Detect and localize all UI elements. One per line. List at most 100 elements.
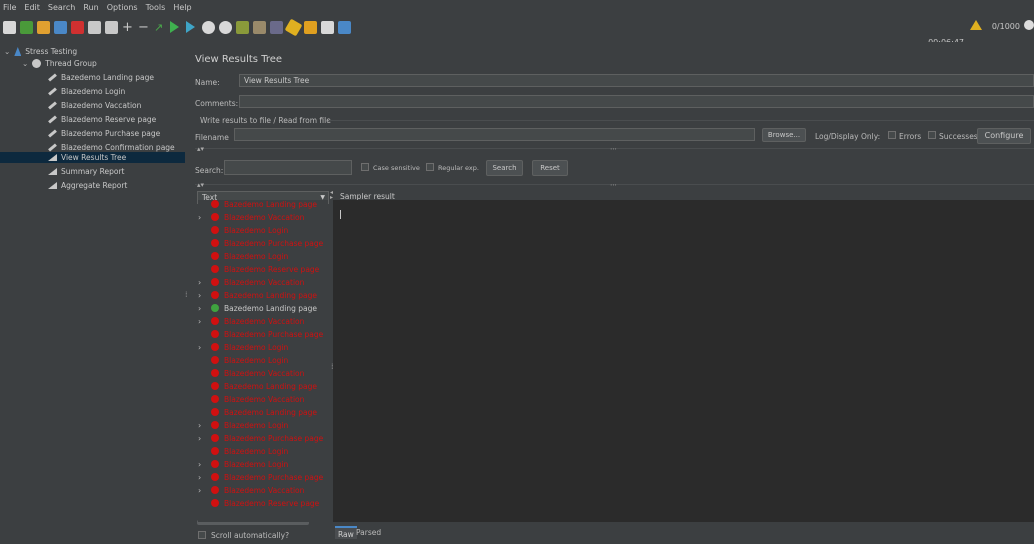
menu-options[interactable]: Options: [107, 3, 138, 12]
chevron-right-icon[interactable]: ›: [198, 460, 206, 469]
result-row[interactable]: Blazedemo Login: [198, 354, 288, 366]
copy-icon[interactable]: [88, 21, 101, 34]
templates-icon[interactable]: [20, 21, 33, 34]
menu-tools[interactable]: Tools: [146, 3, 166, 12]
result-row[interactable]: › Bazedemo Landing page: [198, 302, 317, 314]
remote-exit-icon[interactable]: [270, 21, 283, 34]
result-row[interactable]: Blazedemo Vaccation: [198, 367, 304, 379]
cut-icon[interactable]: [71, 21, 84, 34]
result-row[interactable]: › Blazedemo Vaccation: [198, 484, 304, 496]
group-border: [329, 120, 1034, 121]
menu-file[interactable]: File: [3, 3, 16, 12]
chevron-right-icon[interactable]: ›: [198, 304, 206, 313]
help-icon[interactable]: [338, 21, 351, 34]
menu-help[interactable]: Help: [173, 3, 191, 12]
menu-run[interactable]: Run: [83, 3, 98, 12]
results-list[interactable]: Bazedemo Landing page › Blazedemo Vaccatio…: [198, 200, 328, 522]
tree-item-thread-group[interactable]: ⌄ Thread Group: [22, 58, 97, 69]
tree-item-sampler[interactable]: Blazedemo Reserve page: [48, 114, 156, 125]
result-row[interactable]: Blazedemo Login: [198, 224, 288, 236]
menu-search[interactable]: Search: [48, 3, 75, 12]
toggle-icon[interactable]: ↗: [154, 21, 167, 34]
collapse-arrows-icon[interactable]: ▴▾: [197, 145, 204, 153]
remote-start-icon[interactable]: [236, 21, 249, 34]
new-icon[interactable]: [3, 21, 16, 34]
pipette-icon: [48, 73, 57, 82]
open-icon[interactable]: [37, 21, 50, 34]
result-row[interactable]: › Blazedemo Login: [198, 419, 288, 431]
tree-item-view-results-tree[interactable]: View Results Tree: [0, 152, 185, 163]
tree-item-summary-report[interactable]: Summary Report: [48, 166, 125, 177]
chevron-right-icon[interactable]: ›: [198, 291, 206, 300]
tab-raw[interactable]: Raw: [335, 526, 357, 539]
clear-all-icon[interactable]: [304, 21, 317, 34]
successes-checkbox[interactable]: [928, 131, 936, 139]
splitter-grip-icon[interactable]: ⋯: [610, 181, 617, 189]
warning-icon[interactable]: [970, 20, 982, 30]
case-sensitive-checkbox[interactable]: [361, 163, 369, 171]
result-row[interactable]: Blazedemo Purchase page: [198, 328, 323, 340]
tree-item-sampler[interactable]: Blazedemo Vaccation: [48, 100, 141, 111]
sampler-result-area[interactable]: [333, 200, 1034, 522]
start-icon[interactable]: [170, 21, 179, 33]
tree-item-stress-testing[interactable]: ⌄ Stress Testing: [4, 46, 77, 57]
clear-icon[interactable]: [284, 18, 303, 37]
search-icon[interactable]: [321, 21, 334, 34]
chevron-right-icon[interactable]: ›: [198, 434, 206, 443]
collapse-arrows-icon[interactable]: ▴▾: [197, 181, 204, 189]
save-icon[interactable]: [54, 21, 67, 34]
result-row[interactable]: Blazedemo Login: [198, 445, 288, 457]
result-row[interactable]: › Blazedemo Vaccation: [198, 211, 304, 223]
browse-button[interactable]: Browse...: [762, 128, 806, 142]
result-row[interactable]: › Blazedemo Vaccation: [198, 315, 304, 327]
tab-parsed[interactable]: Parsed: [356, 528, 381, 537]
tree-item-sampler[interactable]: Bazedemo Landing page: [48, 72, 154, 83]
result-row[interactable]: › Blazedemo Purchase page: [198, 432, 323, 444]
result-row[interactable]: Blazedemo Reserve page: [198, 497, 319, 509]
chevron-right-icon[interactable]: ›: [198, 421, 206, 430]
comments-field[interactable]: [239, 95, 1034, 108]
expand-icon[interactable]: +: [122, 21, 135, 34]
stop-icon[interactable]: [202, 21, 215, 34]
remote-stop-icon[interactable]: [253, 21, 266, 34]
splitter-grip-icon[interactable]: ⋯: [610, 145, 617, 153]
result-row[interactable]: Blazedemo Login: [198, 250, 288, 262]
collapse-icon[interactable]: −: [138, 21, 151, 34]
chevron-right-icon[interactable]: ›: [198, 317, 206, 326]
regular-exp-checkbox[interactable]: [426, 163, 434, 171]
result-row[interactable]: Bazedemo Landing page: [198, 406, 317, 418]
splitter-arrows-icon[interactable]: ◂ ▸: [330, 190, 333, 201]
result-row[interactable]: › Blazedemo Vaccation: [198, 276, 304, 288]
tree-item-aggregate-report[interactable]: Aggregate Report: [48, 180, 127, 191]
paste-icon[interactable]: [105, 21, 118, 34]
result-row[interactable]: Bazedemo Landing page: [198, 200, 317, 210]
reset-button[interactable]: Reset: [532, 160, 568, 176]
filename-field[interactable]: [234, 128, 755, 141]
result-row[interactable]: Blazedemo Reserve page: [198, 263, 319, 275]
errors-checkbox[interactable]: [888, 131, 896, 139]
chevron-right-icon[interactable]: ›: [198, 278, 206, 287]
chevron-down-icon[interactable]: ⌄: [22, 59, 28, 68]
shutdown-icon[interactable]: [219, 21, 232, 34]
result-row[interactable]: › Blazedemo Login: [198, 341, 288, 353]
result-row[interactable]: Blazedemo Purchase page: [198, 237, 323, 249]
result-row[interactable]: › Blazedemo Purchase page: [198, 471, 323, 483]
scroll-auto-checkbox[interactable]: [198, 531, 206, 539]
search-input[interactable]: [224, 160, 352, 175]
start-no-pauses-icon[interactable]: [186, 21, 195, 33]
tree-item-sampler[interactable]: Blazedemo Purchase page: [48, 128, 160, 139]
name-field[interactable]: View Results Tree: [239, 74, 1034, 87]
menu-edit[interactable]: Edit: [24, 3, 40, 12]
result-row[interactable]: › Bazedemo Landing page: [198, 289, 317, 301]
chevron-right-icon[interactable]: ›: [198, 343, 206, 352]
search-button[interactable]: Search: [486, 160, 523, 176]
chevron-down-icon[interactable]: ⌄: [4, 47, 10, 56]
result-row[interactable]: › Blazedemo Login: [198, 458, 288, 470]
result-row[interactable]: Bazedemo Landing page: [198, 380, 317, 392]
chevron-right-icon[interactable]: ›: [198, 213, 206, 222]
chevron-right-icon[interactable]: ›: [198, 486, 206, 495]
chevron-right-icon[interactable]: ›: [198, 473, 206, 482]
result-row[interactable]: Blazedemo Vaccation: [198, 393, 304, 405]
configure-button[interactable]: Configure: [977, 128, 1031, 144]
tree-item-sampler[interactable]: Blazedemo Login: [48, 86, 125, 97]
